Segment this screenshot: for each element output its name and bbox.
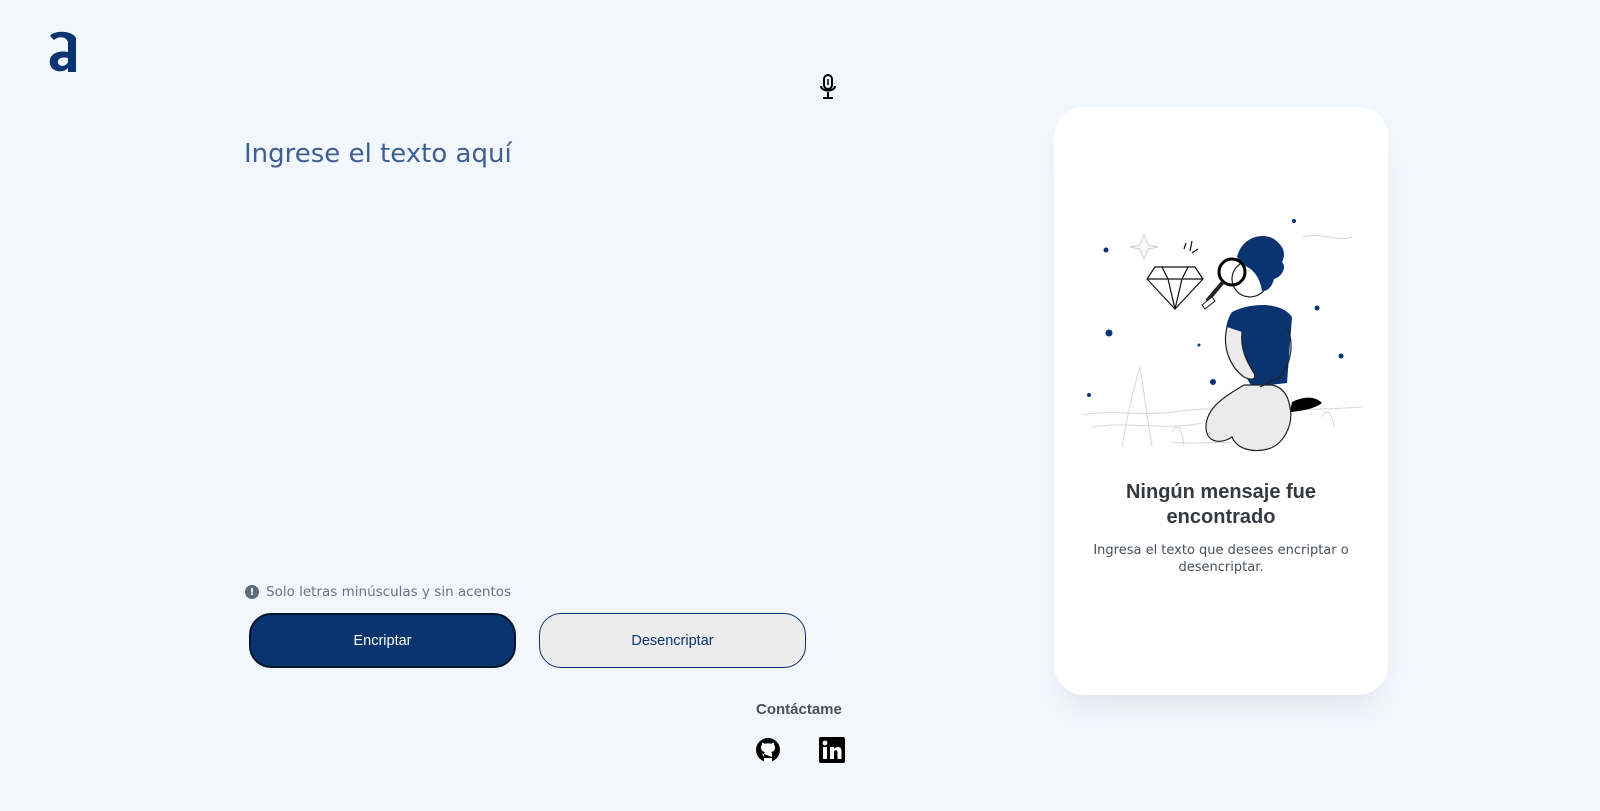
output-title: Ningún mensaje fue encontrado — [1125, 481, 1317, 528]
microphone-icon[interactable] — [818, 74, 838, 100]
decrypt-label: Desencriptar — [631, 632, 714, 649]
alura-logo-icon — [49, 31, 76, 72]
linkedin-icon[interactable] — [819, 737, 845, 763]
text-input[interactable] — [244, 138, 824, 558]
decrypt-button[interactable]: Desencriptar — [539, 613, 806, 668]
github-icon[interactable] — [755, 737, 781, 763]
hint-text: Solo letras minúsculas y sin acentos — [266, 584, 512, 600]
output-panel: Ningún mensaje fue encontrado Ingresa el… — [1054, 107, 1388, 695]
exclamation-circle-icon: ! — [245, 585, 259, 599]
encrypt-label: Encriptar — [353, 632, 412, 649]
output-subtitle: Ingresa el texto que desees encriptar o … — [1093, 543, 1349, 575]
encrypt-button[interactable]: Encriptar — [249, 613, 516, 668]
input-hint: ! Solo letras minúsculas y sin acentos — [245, 584, 511, 600]
contact-title: Contáctame — [756, 701, 842, 718]
